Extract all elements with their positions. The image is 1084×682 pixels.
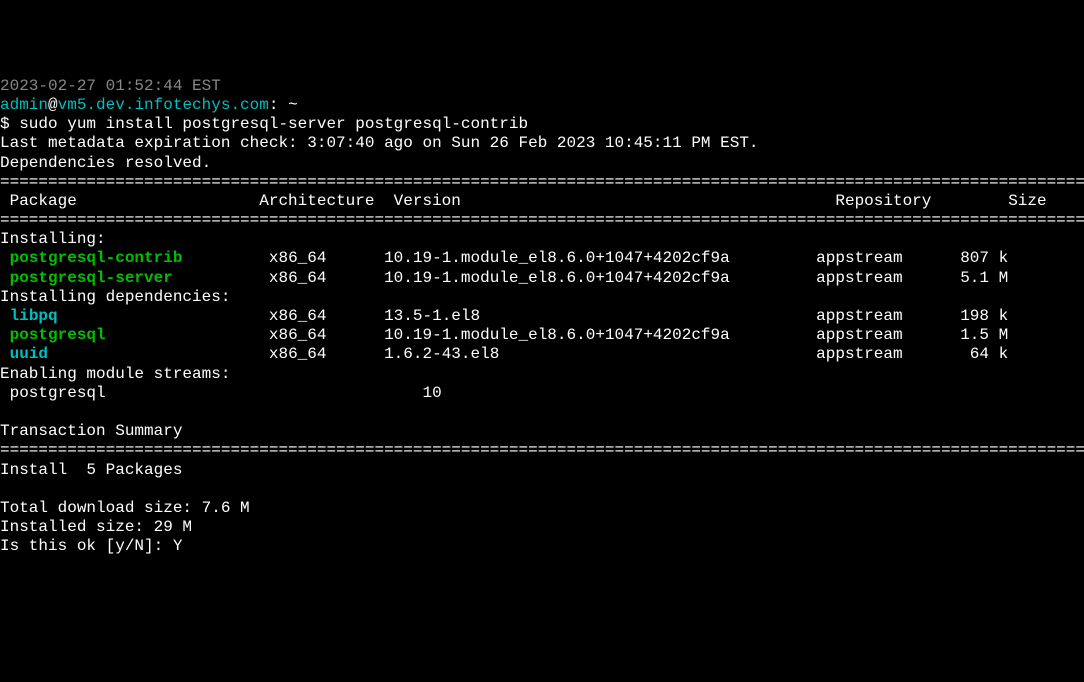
- pkg-pg-size: 1.5 M: [960, 326, 1008, 344]
- pkg-pg-arch: x86_64: [269, 326, 327, 344]
- prompt-host: vm5.dev.infotechys.com: [58, 96, 269, 114]
- header-version: Version: [394, 192, 461, 210]
- confirm-answer[interactable]: Y: [173, 537, 183, 555]
- pkg-server-version: 10.19-1.module_el8.6.0+1047+4202cf9a: [384, 269, 730, 287]
- prompt-suffix: : ~: [269, 96, 298, 114]
- header-package: Package: [0, 192, 77, 210]
- pkg-uuid-version: 1.6.2-43.el8: [384, 345, 499, 363]
- pkg-libpq-name: libpq: [10, 307, 58, 325]
- section-deps: Installing dependencies:: [0, 288, 230, 306]
- pkg-uuid-name: uuid: [10, 345, 48, 363]
- txn-summary: Transaction Summary: [0, 422, 182, 440]
- pkg-libpq-size: 198 k: [960, 307, 1008, 325]
- deps-resolved: Dependencies resolved.: [0, 154, 211, 172]
- pkg-server-size: 5.1 M: [960, 269, 1008, 287]
- pkg-uuid-arch: x86_64: [269, 345, 327, 363]
- install-count: Install 5 Packages: [0, 461, 182, 479]
- pkg-libpq-arch: x86_64: [269, 307, 327, 325]
- pkg-contrib-version: 10.19-1.module_el8.6.0+1047+4202cf9a: [384, 249, 730, 267]
- stream-version: 10: [422, 384, 441, 402]
- header-repo: Repository: [835, 192, 931, 210]
- pkg-pg-name: postgresql: [10, 326, 106, 344]
- pkg-contrib-arch: x86_64: [269, 249, 327, 267]
- header-arch: Architecture: [259, 192, 374, 210]
- prompt-user: admin: [0, 96, 48, 114]
- prompt-at: @: [48, 96, 58, 114]
- pkg-contrib-name: postgresql-contrib: [10, 249, 183, 267]
- pkg-server-name: postgresql-server: [10, 269, 173, 287]
- pkg-libpq-repo: appstream: [816, 307, 902, 325]
- installed-size: Installed size: 29 M: [0, 518, 192, 536]
- pkg-server-arch: x86_64: [269, 269, 327, 287]
- download-size: Total download size: 7.6 M: [0, 499, 250, 517]
- metadata-line: Last metadata expiration check: 3:07:40 …: [0, 134, 759, 152]
- hr-mid: ========================================…: [0, 211, 1084, 229]
- stream-name: postgresql: [0, 384, 106, 402]
- section-installing: Installing:: [0, 230, 106, 248]
- hr-top: ========================================…: [0, 173, 1084, 191]
- pkg-libpq-version: 13.5-1.el8: [384, 307, 480, 325]
- header-size: Size: [1008, 192, 1046, 210]
- pkg-pg-version: 10.19-1.module_el8.6.0+1047+4202cf9a: [384, 326, 730, 344]
- pkg-contrib-size: 807 k: [960, 249, 1008, 267]
- command-line: $ sudo yum install postgresql-server pos…: [0, 115, 528, 133]
- section-streams: Enabling module streams:: [0, 365, 230, 383]
- pkg-uuid-repo: appstream: [816, 345, 902, 363]
- pkg-pg-repo: appstream: [816, 326, 902, 344]
- pkg-contrib-repo: appstream: [816, 249, 902, 267]
- timestamp: 2023-02-27 01:52:44 EST: [0, 77, 221, 95]
- terminal[interactable]: 2023-02-27 01:52:44 EST admin@vm5.dev.in…: [0, 77, 1084, 557]
- confirm-prompt: Is this ok [y/N]:: [0, 537, 173, 555]
- pkg-uuid-size: 64 k: [960, 345, 1008, 363]
- pkg-server-repo: appstream: [816, 269, 902, 287]
- hr-bottom: ========================================…: [0, 441, 1084, 459]
